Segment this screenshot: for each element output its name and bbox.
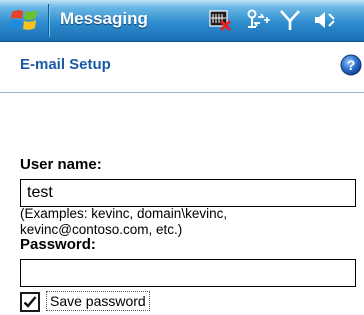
connectivity-icon[interactable] bbox=[246, 9, 272, 31]
notification-icon[interactable] bbox=[208, 8, 232, 32]
password-input[interactable] bbox=[20, 259, 356, 287]
password-label: Password: bbox=[20, 236, 96, 253]
header-divider bbox=[0, 92, 364, 93]
username-hint: (Examples: kevinc, domain\kevinc, kevinc… bbox=[20, 206, 350, 238]
windows-start-icon[interactable] bbox=[8, 6, 42, 34]
signal-icon[interactable] bbox=[279, 8, 301, 32]
username-label: User name: bbox=[20, 156, 102, 173]
save-password-label[interactable]: Save password bbox=[46, 291, 150, 311]
help-icon[interactable]: ? bbox=[340, 54, 362, 76]
title-bar: Messaging bbox=[0, 0, 364, 42]
title-separator bbox=[48, 4, 49, 37]
save-password-checkbox[interactable] bbox=[20, 292, 40, 312]
app-title: Messaging bbox=[60, 9, 148, 28]
page-header: E-mail Setup ? bbox=[0, 42, 364, 87]
page-title: E-mail Setup bbox=[20, 56, 111, 73]
username-input[interactable] bbox=[20, 179, 356, 207]
volume-icon[interactable] bbox=[312, 9, 338, 31]
username-hint-line1: (Examples: kevinc, domain\kevinc, bbox=[20, 206, 228, 221]
svg-text:?: ? bbox=[347, 57, 356, 73]
